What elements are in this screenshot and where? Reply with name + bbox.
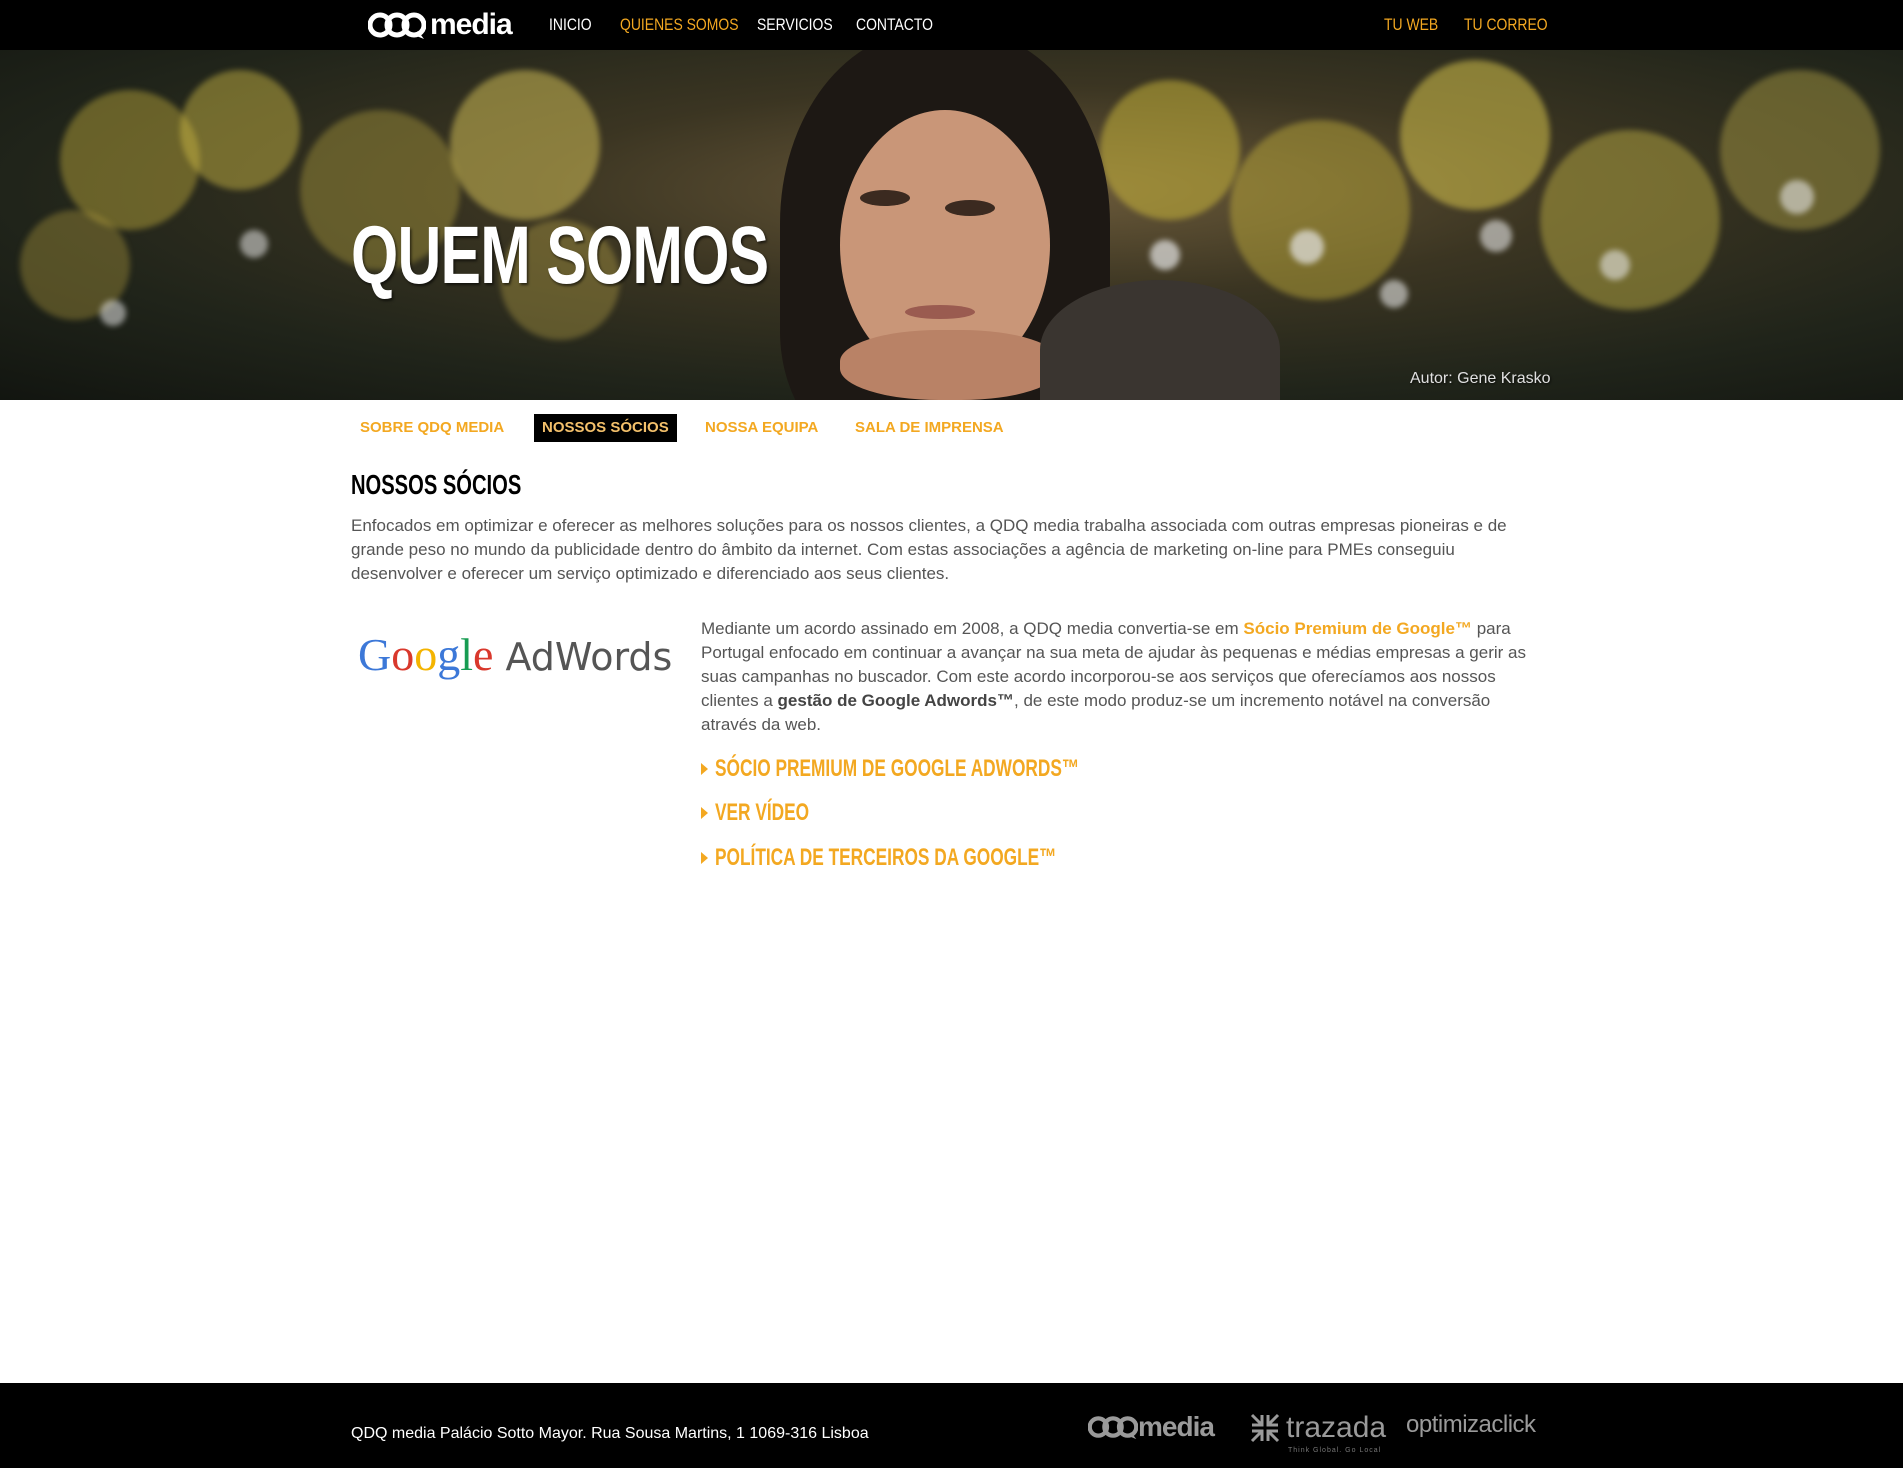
page-title: NOSSOS SÓCIOS [351,469,522,500]
top-navbar: media INICIO QUIENES SOMOS SERVICIOS CON… [0,0,1903,50]
link-label: VER VÍDEO [715,799,810,826]
link-socio-premium[interactable]: SÓCIO PREMIUM DE GOOGLE ADWORDS™ [701,754,1221,784]
link-politica-terceiros[interactable]: POLÍTICA DE TERCEIROS DA GOOGLE™ [701,843,1189,873]
intro-paragraph: Enfocados em optimizar e oferecer as mel… [351,516,1507,583]
footer-logo-qdq-text: media [1138,1411,1215,1442]
link-label: POLÍTICA DE TERCEIROS DA GOOGLE™ [715,844,1057,871]
footer-logo-trazada-tagline: Think Global. Go Local [1288,1447,1382,1454]
footer-logo-trazada[interactable]: trazada Think Global. Go Local [1248,1411,1387,1454]
footer-logo-optimizaclick-text: optimizaclick [1406,1411,1536,1438]
link-ver-video[interactable]: VER VÍDEO [701,798,846,828]
caret-right-icon [701,807,708,819]
footer-logo-optimizaclick[interactable]: optimizaclick [1406,1411,1536,1439]
adwords-wordmark: AdWords [505,635,673,679]
nav-item-tu-web[interactable]: TU WEB [1384,15,1438,35]
tab-nossos-socios[interactable]: NOSSOS SÓCIOS [534,414,677,442]
google-wordmark: Google [358,629,494,680]
footer-address: QDQ media Palácio Sotto Mayor. Rua Sousa… [351,1425,869,1442]
google-adwords-logo: Google AdWords [358,630,672,680]
footer-logo-trazada-text: trazada [1286,1411,1387,1444]
nav-item-inicio[interactable]: INICIO [549,15,592,35]
caret-right-icon [701,763,708,775]
footer-logo-qdq-media[interactable]: media [1088,1411,1215,1443]
nav-item-contacto[interactable]: CONTACTO [856,15,933,35]
partner-description: Mediante um acordo assinado em 2008, a Q… [701,617,1546,737]
tab-sala-de-imprensa[interactable]: SALA DE IMPRENSA [847,414,1012,442]
socio-premium-link[interactable]: Sócio Premium de Google™ [1243,619,1472,638]
partner-text-1: Mediante um acordo assinado em 2008, a Q… [701,619,1244,638]
brand-logo[interactable]: media [368,8,513,41]
qdq-bubble-icon [368,12,426,39]
nav-item-quienes-somos[interactable]: QUIENES SOMOS [620,15,739,35]
tab-nossa-equipa[interactable]: NOSSA EQUIPA [697,414,826,442]
partner-text-bold: gestão de Google Adwords™ [777,691,1014,710]
hero-photo-credit: Autor: Gene Krasko [1410,370,1551,387]
hero-photo [0,50,1903,400]
trazada-arrows-icon [1250,1413,1280,1443]
hero-banner: QUEM SOMOS Autor: Gene Krasko [0,50,1903,400]
hero-title: QUEM SOMOS [351,210,769,301]
qdq-bubble-icon [1088,1416,1138,1440]
footer: QDQ media Palácio Sotto Mayor. Rua Sousa… [0,1383,1903,1468]
brand-logo-text: media [430,8,513,41]
nav-item-tu-correo[interactable]: TU CORREO [1464,15,1548,35]
nav-item-servicios[interactable]: SERVICIOS [757,15,833,35]
tab-sobre-qdq-media[interactable]: SOBRE QDQ MEDIA [352,414,512,442]
caret-right-icon [701,852,708,864]
link-label: SÓCIO PREMIUM DE GOOGLE ADWORDS™ [715,755,1080,782]
